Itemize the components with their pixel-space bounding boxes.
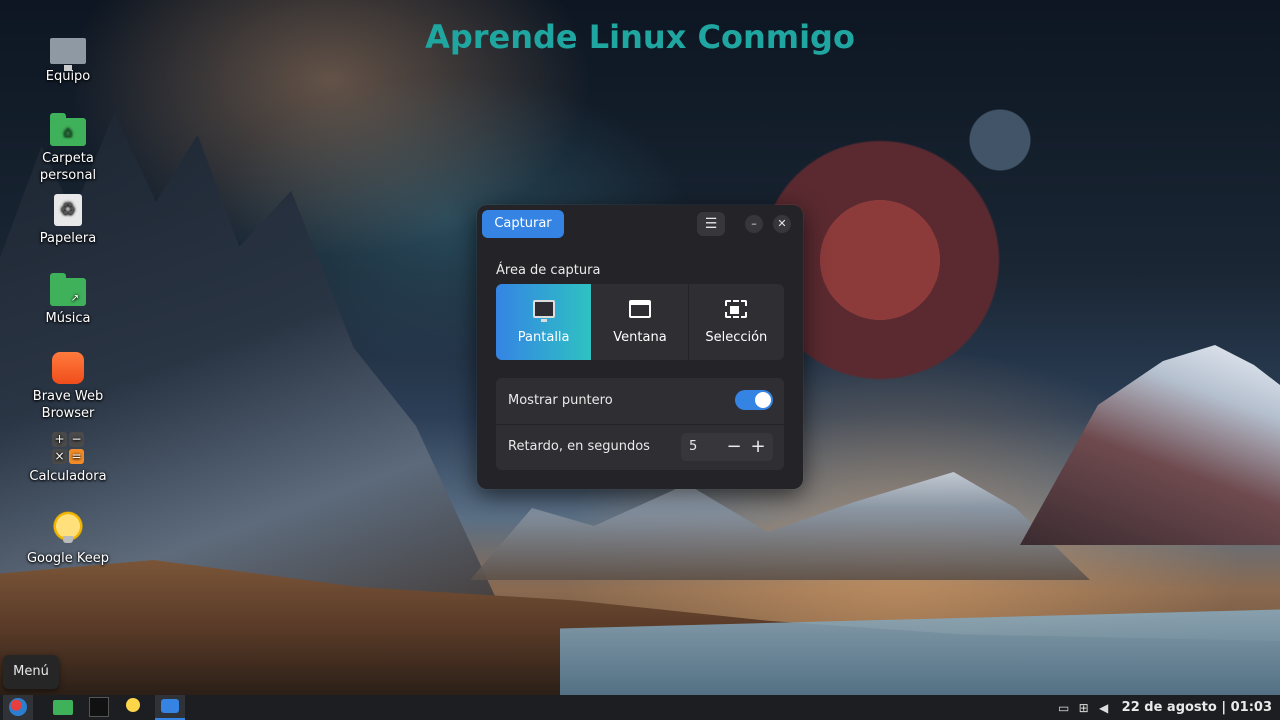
trash-icon: ♻ [54,194,82,226]
calculator-icon: + − × = [52,432,84,464]
decrease-delay-icon[interactable]: − [723,435,745,459]
delay-input[interactable]: 5 [689,439,697,454]
area-option-label: Selección [705,330,768,345]
terminal-icon[interactable] [84,695,114,720]
home-folder-icon: ⌂ [50,113,86,146]
minimize-icon: – [745,215,763,233]
desktop-icon-musica[interactable]: ↗ Música [18,270,118,327]
selection-icon [725,300,748,318]
capture-area-selector: Pantalla Ventana Selección [496,284,784,360]
desktop-icon-label: Carpeta personal [39,151,97,183]
computer-icon [50,38,86,71]
desktop-icon-label: Música [45,311,91,326]
area-option-label: Pantalla [517,330,570,345]
taskbar: ▭ ⊞ ◀ 22 de agosto | 01:03 [0,695,1280,720]
increase-delay-icon[interactable]: + [747,435,769,459]
close-button[interactable]: ✕ [768,212,796,236]
google-keep-icon [50,510,86,546]
music-folder-icon: ↗ [50,273,86,306]
hamburger-menu-icon[interactable]: ☰ [697,212,725,236]
capture-options-list: Mostrar puntero Retardo, en segundos 5 −… [496,378,784,470]
area-option-ventana[interactable]: Ventana [592,284,689,360]
volume-icon[interactable]: ◀ [1098,701,1110,715]
desktop-icon-calculadora[interactable]: + − × = Calculadora [18,432,118,485]
desktop-icon-label: Brave Web Browser [32,389,104,421]
file-manager-icon[interactable] [48,695,78,720]
toggle-knob [755,392,771,408]
delay-label: Retardo, en segundos [508,439,650,454]
wallpaper-mountain-right [1020,345,1280,545]
network-icon[interactable]: ⊞ [1078,701,1090,715]
desktop-icon-label: Google Keep [26,551,110,566]
show-pointer-row: Mostrar puntero [496,378,784,425]
screen-icon [532,300,555,322]
capture-button[interactable]: Capturar [482,210,564,238]
desktop-icon-equipo[interactable]: Equipo [18,30,118,85]
desktop-icon-papelera[interactable]: ♻ Papelera [18,190,118,247]
brave-browser-icon [52,352,84,384]
area-option-seleccion[interactable]: Selección [689,284,784,360]
minimize-button[interactable]: – [740,212,768,236]
menu-tooltip: Menú [3,655,59,689]
show-pointer-toggle[interactable] [735,390,773,410]
desktop-watermark-title: Aprende Linux Conmigo [425,18,855,56]
delay-spinbutton: 5 − + [681,433,773,461]
desktop-icon-label: Calculadora [29,469,107,484]
window-icon [628,300,651,318]
capture-area-label: Área de captura [496,263,601,278]
desktop-icon-google-keep[interactable]: Google Keep [18,510,118,567]
dialog-headerbar: Capturar ☰ – ✕ [477,205,803,247]
screenshot-icon[interactable] [155,695,185,720]
desktop-icon-brave[interactable]: Brave Web Browser [18,352,118,422]
clock[interactable]: 22 de agosto | 01:03 [1122,700,1272,715]
google-keep-icon[interactable] [118,695,148,720]
area-option-label: Ventana [613,330,667,345]
desktop-icon-carpeta-personal[interactable]: ⌂ Carpeta personal [18,110,118,184]
menu-icon[interactable] [3,695,33,720]
desktop-icon-label: Papelera [39,231,97,246]
screenshot-dialog: Capturar ☰ – ✕ Área de captura Pantalla … [477,205,803,489]
show-pointer-label: Mostrar puntero [508,393,613,408]
printer-icon[interactable]: ▭ [1058,701,1070,715]
delay-row: Retardo, en segundos 5 − + [496,424,784,470]
close-icon: ✕ [773,215,791,233]
area-option-pantalla[interactable]: Pantalla [496,284,593,360]
system-tray: ▭ ⊞ ◀ 22 de agosto | 01:03 [1058,695,1272,720]
